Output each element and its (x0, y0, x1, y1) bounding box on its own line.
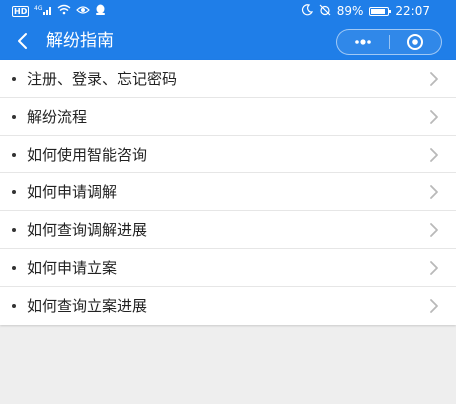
bullet-dot-icon (12, 303, 16, 308)
bullet-dot-icon (12, 77, 16, 81)
chevron-right-icon (430, 298, 438, 313)
bullet-dot-icon (12, 152, 16, 157)
status-bar-right: 89% 22:07 (301, 3, 430, 19)
more-dots-icon (354, 39, 371, 45)
chevron-right-icon (430, 261, 438, 275)
menu-item-label: 如何查询调解进展 (27, 221, 148, 240)
moon-icon (301, 3, 313, 19)
menu-item[interactable]: 如何申请调解 (0, 173, 456, 212)
bullet-dot-icon (12, 190, 16, 195)
mini-program-capsule (336, 29, 442, 55)
menu-item-label: 如何申请调解 (27, 183, 118, 202)
chevron-right-icon (430, 147, 438, 162)
battery-icon (369, 6, 392, 16)
menu-item[interactable]: 如何查询立案进展 (0, 287, 456, 325)
page-title: 解纷指南 (46, 31, 114, 51)
hd-badge: HD (12, 5, 30, 17)
menu-item-label: 如何查询立案进展 (27, 296, 148, 315)
menu-item[interactable]: 注册、登录、忘记密码 (0, 60, 456, 98)
bullet-dot-icon (12, 114, 16, 119)
guide-menu-list: 注册、登录、忘记密码 解纷流程如何使用智能咨询 如何申请调解如何查询调解进展 如何申请… (0, 60, 456, 325)
menu-item-label: 解纷流程 (27, 107, 88, 126)
menu-item[interactable]: 如何使用智能咨询 (0, 136, 456, 174)
alarm-off-icon (319, 4, 331, 19)
battery-percent: 89% (336, 4, 364, 18)
menu-item-label: 如何使用智能咨询 (27, 145, 148, 164)
bullet-dot-icon (12, 265, 16, 270)
target-close-icon (407, 34, 424, 50)
chevron-right-icon (430, 109, 438, 124)
phone-screen: HD 4G 89% 22:07 解纷指南 注册、登录、忘记密码 解纷流程 如何使… (0, 0, 456, 404)
chevron-right-icon (430, 223, 438, 238)
status-bar-left: HD 4G (12, 4, 106, 18)
signal-icon: 4G (34, 4, 52, 19)
battery-fill (371, 8, 386, 14)
svg-text:4G: 4G (34, 5, 43, 12)
wifi-icon (57, 4, 71, 18)
menu-item[interactable]: 解纷流程 (0, 98, 456, 136)
nav-bar: 解纷指南 (0, 22, 456, 60)
menu-item-label: 如何申请立案 (27, 258, 118, 277)
menu-item[interactable]: 如何申请立案 (0, 249, 456, 287)
chevron-right-icon (430, 72, 438, 86)
chevron-right-icon (430, 185, 438, 200)
close-button[interactable] (390, 30, 442, 54)
bullet-dot-icon (12, 228, 16, 233)
app-header: HD 4G 89% 22:07 解纷指南 (0, 0, 456, 60)
clock: 22:07 (395, 4, 430, 18)
menu-item[interactable]: 如何查询调解进展 (0, 211, 456, 249)
eye-icon (76, 4, 91, 18)
qq-icon (95, 4, 106, 19)
menu-item-label: 注册、登录、忘记密码 (27, 70, 178, 88)
status-bar: HD 4G 89% 22:07 (0, 0, 456, 22)
more-button[interactable] (337, 30, 389, 54)
chevron-left-icon (18, 33, 27, 49)
back-button[interactable] (8, 26, 36, 56)
